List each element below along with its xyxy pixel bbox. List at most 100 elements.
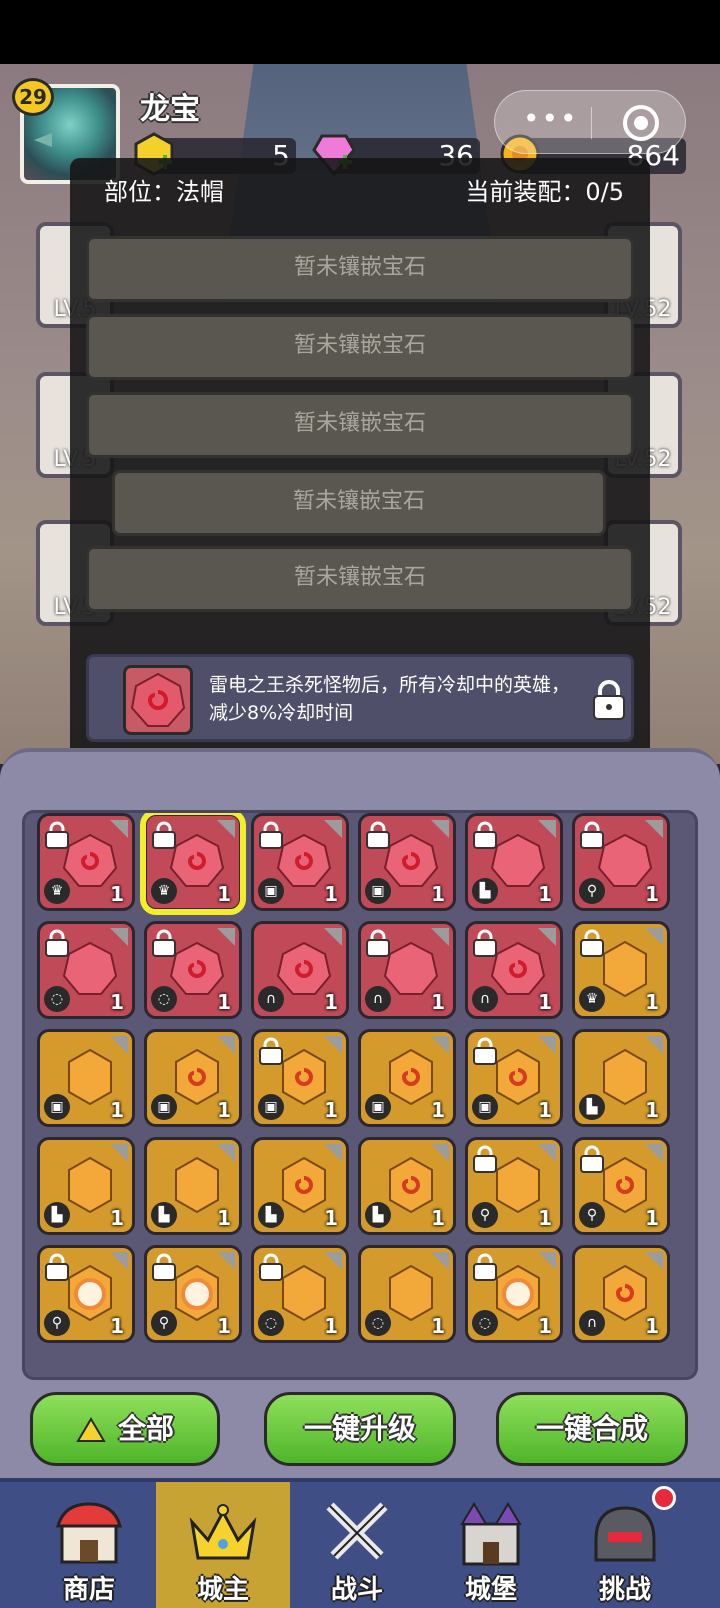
gem-tile[interactable]: ◌ 1 bbox=[37, 921, 135, 1019]
gem-count: 1 bbox=[324, 882, 338, 906]
gem-tile[interactable]: ♛ 1 bbox=[572, 921, 670, 1019]
wand-slot-icon: ⚲ bbox=[44, 1310, 70, 1336]
gem-effect-description: 雷电之王杀死怪物后，所有冷却中的英雄，减少8%冷却时间 bbox=[209, 674, 571, 724]
gem-count: 1 bbox=[110, 882, 124, 906]
gem-tile[interactable]: ◌ 1 bbox=[251, 1245, 349, 1343]
close-miniprogram-icon[interactable] bbox=[623, 105, 659, 141]
bottom-nav: 商店 城主 战斗 城堡 挑战 bbox=[0, 1478, 720, 1608]
capsule-divider bbox=[591, 107, 592, 139]
lock-icon bbox=[580, 821, 604, 849]
gem-socket-2[interactable]: 暂未镶嵌宝石 bbox=[86, 314, 634, 380]
nav-challenge[interactable]: 挑战 bbox=[558, 1482, 692, 1608]
player-level-badge: 29 bbox=[12, 78, 54, 116]
gem-tile[interactable]: ⚲ 1 bbox=[144, 1245, 242, 1343]
gem-tile[interactable]: ◌ 1 bbox=[144, 921, 242, 1019]
gem-tile[interactable]: ▙ 1 bbox=[37, 1137, 135, 1235]
lock-icon bbox=[580, 929, 604, 957]
gem-tile[interactable]: ⚲ 1 bbox=[37, 1245, 135, 1343]
lock-icon bbox=[580, 1145, 604, 1173]
gem-tile[interactable]: ◌ 1 bbox=[465, 1245, 563, 1343]
player-name: 龙宝 bbox=[140, 92, 200, 127]
gem-tile[interactable]: ▣ 1 bbox=[358, 1029, 456, 1127]
gem-tile[interactable]: ▙ 1 bbox=[465, 813, 563, 911]
merge-all-button[interactable]: 一键合成 bbox=[496, 1392, 688, 1466]
nav-lord[interactable]: 城主 bbox=[156, 1482, 290, 1608]
gem-inventory-grid[interactable]: ♛ 1 ♛ 1 ▣ 1 ▣ 1 ▙ 1 ⚲ 1 ◌ 1 ◌ 1 ∩ 1 ∩ 1 ∩ 1 ♛ 1 ▣ 1 ▣ 1 ▣ 1 ▣ 1 ▣ 1 ▙ 1 ▙ 1 ▙ 1… bbox=[22, 810, 698, 1380]
armor-slot-icon: ▣ bbox=[44, 1094, 70, 1120]
gem-socket-3[interactable]: 暂未镶嵌宝石 bbox=[86, 392, 634, 458]
gem-count: 1 bbox=[110, 1206, 124, 1230]
gem-tile[interactable]: ∩ 1 bbox=[465, 921, 563, 1019]
gem-count: 1 bbox=[538, 1314, 552, 1338]
gem-count: 1 bbox=[217, 990, 231, 1014]
gem-tile[interactable]: ▣ 1 bbox=[465, 1029, 563, 1127]
gem-tile[interactable]: ▙ 1 bbox=[251, 1137, 349, 1235]
filter-all-button[interactable]: 全部 bbox=[30, 1392, 220, 1466]
nav-castle[interactable]: 城堡 bbox=[424, 1482, 558, 1608]
lock-icon[interactable] bbox=[591, 679, 627, 721]
gem-count: 1 bbox=[431, 990, 445, 1014]
gem-tile[interactable]: ▣ 1 bbox=[37, 1029, 135, 1127]
boot-slot-icon: ▙ bbox=[472, 878, 498, 904]
lock-icon bbox=[259, 1253, 283, 1281]
lock-icon bbox=[473, 929, 497, 957]
crown-slot-icon: ♛ bbox=[151, 878, 177, 904]
wand-slot-icon: ⚲ bbox=[579, 1202, 605, 1228]
gem-socket-5[interactable]: 暂未镶嵌宝石 bbox=[86, 546, 634, 612]
gem-tile[interactable]: ▣ 1 bbox=[358, 813, 456, 911]
gem-tile[interactable]: ♛ 1 bbox=[37, 813, 135, 911]
nav-battle-label: 战斗 bbox=[330, 1575, 383, 1605]
more-icon[interactable]: ••• bbox=[523, 105, 579, 133]
gem-tile[interactable]: ▙ 1 bbox=[358, 1137, 456, 1235]
gem-tile[interactable]: ▙ 1 bbox=[572, 1029, 670, 1127]
ring-slot-icon: ◌ bbox=[472, 1310, 498, 1336]
equipped-count-label: 当前装配：0/5 bbox=[465, 178, 624, 206]
gem-tile[interactable]: ▣ 1 bbox=[144, 1029, 242, 1127]
gem-tile[interactable]: ∩ 1 bbox=[358, 921, 456, 1019]
gem-count: 1 bbox=[110, 1098, 124, 1122]
gem-count: 1 bbox=[110, 1314, 124, 1338]
status-bar bbox=[0, 0, 720, 64]
gem-tile[interactable]: ▣ 1 bbox=[251, 813, 349, 911]
armor-slot-icon: ▣ bbox=[365, 1094, 391, 1120]
castle-icon bbox=[460, 1502, 522, 1566]
gem-count: 1 bbox=[431, 1314, 445, 1338]
gem-count: 1 bbox=[538, 1098, 552, 1122]
gem-tile[interactable]: ◌ 1 bbox=[358, 1245, 456, 1343]
gem-tile[interactable]: ▙ 1 bbox=[144, 1137, 242, 1235]
lock-icon bbox=[152, 1253, 176, 1281]
gem-count: 1 bbox=[217, 882, 231, 906]
upgrade-all-button[interactable]: 一键升级 bbox=[264, 1392, 456, 1466]
gem-tile[interactable]: ∩ 1 bbox=[572, 1245, 670, 1343]
helmet-icon bbox=[594, 1506, 656, 1562]
lock-icon bbox=[259, 821, 283, 849]
gem-tile[interactable]: ⚲ 1 bbox=[572, 813, 670, 911]
ring-slot-icon: ◌ bbox=[44, 986, 70, 1012]
gem-count: 1 bbox=[431, 1098, 445, 1122]
gem-tile[interactable]: ⚲ 1 bbox=[465, 1137, 563, 1235]
gem-description-box: 雷电之王杀死怪物后，所有冷却中的英雄，减少8%冷却时间 bbox=[86, 654, 634, 742]
crown-slot-icon: ♛ bbox=[579, 986, 605, 1012]
shop-icon bbox=[56, 1502, 122, 1564]
gem-count: 1 bbox=[645, 882, 659, 906]
gem-socket-1[interactable]: 暂未镶嵌宝石 bbox=[86, 236, 634, 302]
nav-battle[interactable]: 战斗 bbox=[290, 1482, 424, 1608]
boot-slot-icon: ▙ bbox=[258, 1202, 284, 1228]
lock-icon bbox=[45, 929, 69, 957]
crown-slot-icon: ♛ bbox=[44, 878, 70, 904]
gem-count: 1 bbox=[645, 1206, 659, 1230]
nav-lord-label: 城主 bbox=[196, 1575, 249, 1605]
gem-count: 1 bbox=[110, 990, 124, 1014]
gem-tile[interactable]: ∩ 1 bbox=[251, 921, 349, 1019]
armor-slot-icon: ▣ bbox=[472, 1094, 498, 1120]
gem-count: 1 bbox=[645, 1314, 659, 1338]
gem-socket-4[interactable]: 暂未镶嵌宝石 bbox=[112, 470, 606, 536]
gem-tile[interactable]: ♛ 1 bbox=[140, 813, 246, 915]
gem-count: 1 bbox=[538, 990, 552, 1014]
gem-tile[interactable]: ⚲ 1 bbox=[572, 1137, 670, 1235]
ring-slot-icon: ◌ bbox=[365, 1310, 391, 1336]
nav-shop[interactable]: 商店 bbox=[22, 1482, 156, 1608]
lock-icon bbox=[366, 929, 390, 957]
wand-slot-icon: ⚲ bbox=[579, 878, 605, 904]
gem-tile[interactable]: ▣ 1 bbox=[251, 1029, 349, 1127]
